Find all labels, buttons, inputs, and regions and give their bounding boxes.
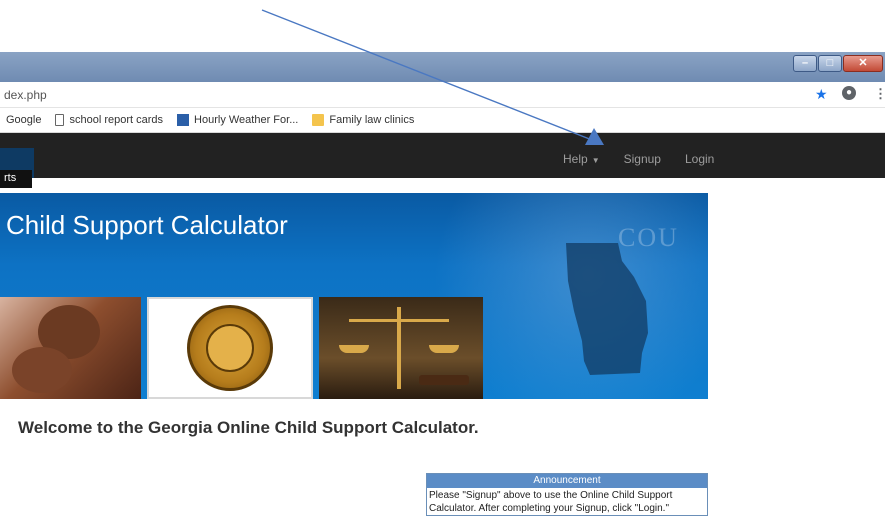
- window-controls: – □ ✕: [793, 55, 883, 72]
- scale-pan-left: [339, 345, 369, 353]
- announcement-body: Please "Signup" above to use the Online …: [427, 488, 707, 515]
- folder-icon: [312, 114, 325, 126]
- parent-child-photo: [0, 297, 141, 399]
- caret-down-icon: ▼: [591, 156, 600, 165]
- gavel-icon: [419, 375, 469, 385]
- address-bar[interactable]: dex.php ★ ● ⋮: [0, 82, 885, 108]
- bookmark-school-report-cards[interactable]: school report cards: [55, 114, 163, 126]
- announcement-box: Announcement Please "Signup" above to us…: [426, 473, 708, 516]
- scale-beam: [349, 319, 449, 322]
- bookmark-label: Google: [6, 114, 42, 126]
- bookmark-hourly-weather[interactable]: Hourly Weather For...: [177, 114, 298, 126]
- seal-center: [206, 324, 254, 372]
- banner-title: Child Support Calculator: [6, 210, 288, 240]
- bookmark-star-icon[interactable]: ★: [815, 86, 828, 103]
- child-figure: [12, 347, 72, 393]
- bookmark-label: Family law clinics: [329, 114, 415, 126]
- url-text[interactable]: dex.php: [4, 88, 47, 102]
- bookmark-label: school report cards: [69, 114, 164, 126]
- weather-icon: [177, 114, 190, 126]
- bookmark-google[interactable]: Google: [6, 114, 41, 126]
- georgia-map-icon: [566, 243, 648, 375]
- scales-of-justice-photo: [319, 297, 483, 399]
- menu-kebab-icon[interactable]: ⋮: [874, 86, 885, 102]
- bookmark-family-law-clinics[interactable]: Family law clinics: [312, 114, 414, 126]
- nav-help-label: Help: [563, 152, 588, 166]
- welcome-heading: Welcome to the Georgia Online Child Supp…: [18, 418, 479, 437]
- close-button[interactable]: ✕: [843, 55, 883, 72]
- nav-help-dropdown[interactable]: Help ▼: [563, 152, 600, 166]
- window-title-bar: [0, 52, 885, 82]
- nav-signup-link[interactable]: Signup: [624, 152, 661, 166]
- announcement-line-1: Please "Signup" above to use the Online …: [429, 490, 673, 501]
- bookmarks-bar: Google school report cards Hourly Weathe…: [0, 108, 885, 133]
- bookmark-label: Hourly Weather For...: [194, 114, 299, 126]
- maximize-button[interactable]: □: [818, 55, 842, 72]
- hero-banner: Child Support Calculator COU: [0, 193, 708, 399]
- site-navbar: Help ▼ Signup Login: [0, 133, 885, 178]
- announcement-line-2: Calculator. After completing your Signup…: [429, 503, 669, 514]
- scale-pan-right: [429, 345, 459, 353]
- georgia-seal-photo: [147, 297, 313, 399]
- state-seal-icon: [187, 305, 273, 391]
- minimize-button[interactable]: –: [793, 55, 817, 72]
- page-icon: [55, 114, 65, 126]
- breadcrumb[interactable]: rts: [0, 170, 32, 188]
- announcement-heading: Announcement: [427, 474, 707, 488]
- profile-icon[interactable]: ●: [842, 86, 856, 100]
- nav-login-link[interactable]: Login: [685, 152, 714, 166]
- nav-links: Help ▼ Signup Login: [563, 152, 714, 166]
